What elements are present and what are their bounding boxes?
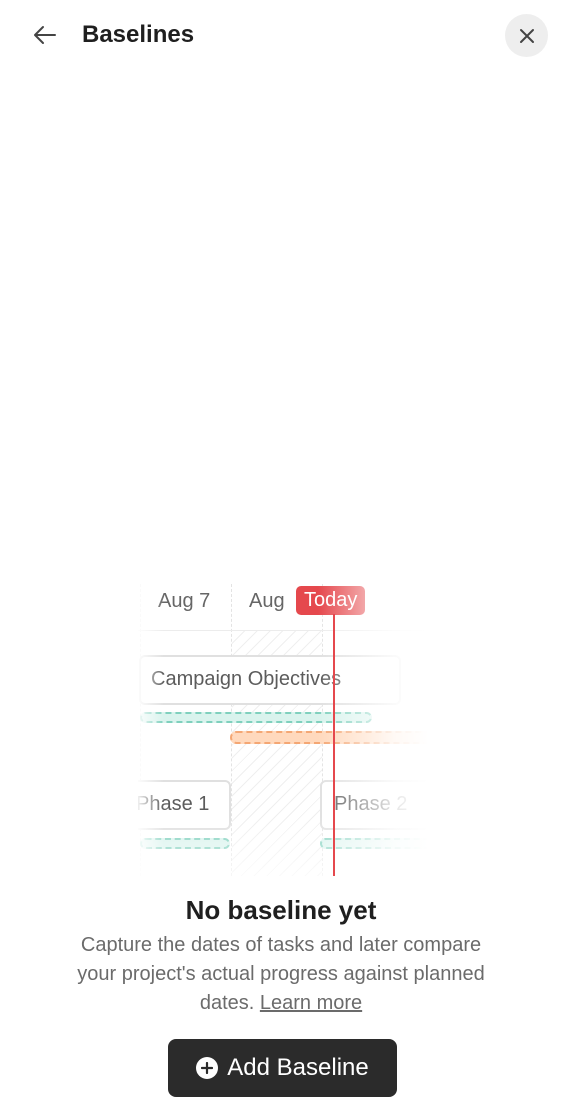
- task-phase-1: Phase 1: [138, 780, 231, 830]
- page-title: Baselines: [82, 21, 195, 48]
- grid-column-line: [231, 584, 232, 876]
- task-label: Phase 1: [138, 793, 210, 815]
- today-badge: Today: [296, 586, 366, 615]
- task-label: Campaign Objectives: [151, 668, 342, 690]
- learn-more-link[interactable]: Learn more: [260, 992, 362, 1014]
- grid-column-line: [322, 584, 323, 876]
- empty-state-description: Capture the dates of tasks and later com…: [70, 931, 492, 1018]
- close-icon: [519, 28, 534, 43]
- arrow-left-icon: [34, 26, 56, 44]
- baseline-bar: [140, 712, 372, 723]
- baseline-illustration: Aug 7 Aug Today Campaign Objectives Phas…: [138, 584, 428, 876]
- task-campaign-objectives: Campaign Objectives: [139, 655, 401, 705]
- baseline-bar: [140, 838, 230, 849]
- grid-row-line: [138, 630, 428, 631]
- close-button[interactable]: [505, 14, 548, 57]
- back-button[interactable]: [28, 18, 62, 52]
- baseline-bar: [320, 838, 428, 849]
- date-label-aug7: Aug 7: [158, 590, 211, 612]
- actual-bar: [230, 731, 428, 744]
- add-baseline-button[interactable]: Add Baseline: [168, 1039, 397, 1097]
- plus-circle-icon: [196, 1057, 219, 1079]
- task-label: Phase 2: [334, 793, 408, 815]
- empty-state-title: No baseline yet: [185, 895, 377, 925]
- fade-overlay: [138, 584, 164, 876]
- date-label-aug: Aug: [249, 590, 285, 612]
- baselines-panel: Baselines Aug 7 Aug Today Campaign Objec…: [0, 0, 562, 1120]
- add-baseline-label: Add Baseline: [227, 1054, 369, 1081]
- task-phase-2: Phase 2: [320, 780, 428, 830]
- today-line: [333, 614, 335, 876]
- grid-column-line: [140, 584, 141, 876]
